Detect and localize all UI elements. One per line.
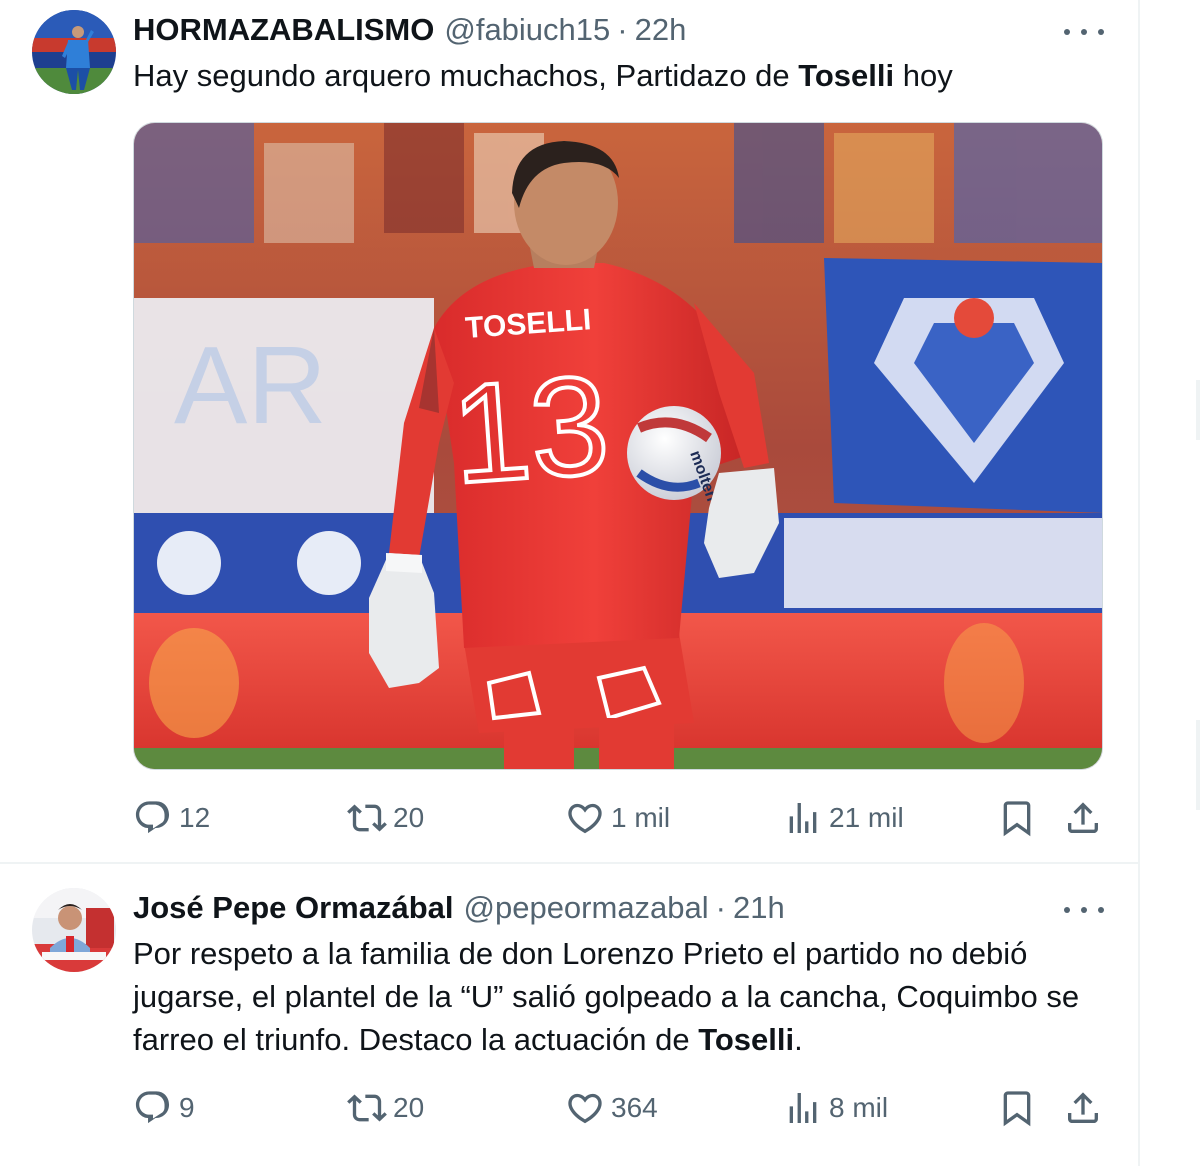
reply-count: 12	[179, 802, 211, 833]
tweet-text: Hay segundo arquero muchachos, Partidazo…	[133, 54, 1108, 97]
tweet-text: Por respeto a la familia de don Lorenzo …	[133, 932, 1108, 1061]
repost-count: 20	[393, 802, 425, 833]
author-handle[interactable]: @pepeormazabal	[464, 890, 709, 926]
like-icon	[568, 803, 602, 834]
tweet-actions: 9 20 364 8 mil	[133, 1086, 1108, 1130]
more-icon[interactable]	[1064, 22, 1104, 42]
avatar[interactable]	[32, 10, 116, 94]
tweet-text-part: Hay segundo arquero muchachos, Partidazo…	[133, 58, 799, 93]
like-icon	[568, 1093, 602, 1124]
tweet[interactable]: José Pepe Ormazábal @pepeormazabal · 21h…	[0, 864, 1138, 1166]
svg-text:AR: AR	[174, 324, 327, 447]
repost-icon	[347, 1094, 387, 1122]
views-count: 8 mil	[829, 1092, 889, 1123]
bookmark-icon	[1003, 801, 1031, 837]
tweet-header: HORMAZABALISMO @fabiuch15 · 22h	[133, 12, 686, 48]
views-button[interactable]: 21 mil	[783, 796, 904, 840]
share-icon	[1068, 802, 1098, 833]
like-button[interactable]: 1 mil	[565, 796, 670, 840]
separator: ·	[715, 890, 726, 925]
views-count: 21 mil	[829, 802, 904, 833]
share-icon	[1068, 1092, 1098, 1123]
more-icon[interactable]	[1064, 900, 1104, 920]
views-icon	[789, 803, 817, 833]
separator: ·	[617, 12, 628, 47]
share-button[interactable]	[1063, 796, 1103, 840]
repost-count: 20	[393, 1092, 425, 1123]
timestamp[interactable]: 22h	[635, 12, 687, 48]
repost-button[interactable]: 20	[347, 1086, 424, 1130]
divider	[1196, 720, 1200, 810]
reply-count: 9	[179, 1092, 195, 1123]
reply-icon	[135, 1091, 170, 1124]
tweet-text-bold: Toselli	[698, 1022, 795, 1057]
views-icon	[789, 1093, 817, 1123]
share-button[interactable]	[1063, 1086, 1103, 1130]
repost-button[interactable]: 20	[347, 796, 424, 840]
tweet-text-part: Por respeto a la familia de don Lorenzo …	[133, 936, 1080, 1057]
jersey-number: 13	[447, 345, 613, 512]
bookmark-icon	[1003, 1091, 1031, 1127]
author-handle[interactable]: @fabiuch15	[444, 12, 610, 48]
bookmark-button[interactable]	[997, 796, 1037, 840]
tweet-photo[interactable]: AR molten TOSELLI 13	[133, 122, 1103, 770]
reply-button[interactable]: 9	[133, 1086, 195, 1130]
bookmark-button[interactable]	[997, 1086, 1037, 1130]
timestamp[interactable]: 21h	[733, 890, 785, 926]
views-button[interactable]: 8 mil	[783, 1086, 888, 1130]
tweet-text-bold: Toselli	[798, 58, 895, 93]
reply-button[interactable]: 12	[133, 796, 210, 840]
tweet[interactable]: HORMAZABALISMO @fabiuch15 · 22h Hay segu…	[0, 0, 1138, 862]
like-count: 1 mil	[611, 802, 671, 833]
tweet-actions: 12 20 1 mil 21 mil	[133, 796, 1108, 840]
author-name[interactable]: José Pepe Ormazábal	[133, 890, 454, 926]
divider	[1196, 380, 1200, 440]
avatar[interactable]	[32, 888, 116, 972]
timeline: HORMAZABALISMO @fabiuch15 · 22h Hay segu…	[0, 0, 1138, 1166]
author-name[interactable]: HORMAZABALISMO	[133, 12, 434, 48]
tweet-text-part: .	[794, 1022, 803, 1057]
sidebar-edge	[1140, 0, 1200, 1166]
reply-icon	[135, 801, 170, 834]
repost-icon	[347, 804, 387, 832]
like-count: 364	[611, 1092, 658, 1123]
tweet-header: José Pepe Ormazábal @pepeormazabal · 21h	[133, 890, 785, 926]
tweet-text-part: hoy	[894, 58, 953, 93]
like-button[interactable]: 364	[565, 1086, 658, 1130]
